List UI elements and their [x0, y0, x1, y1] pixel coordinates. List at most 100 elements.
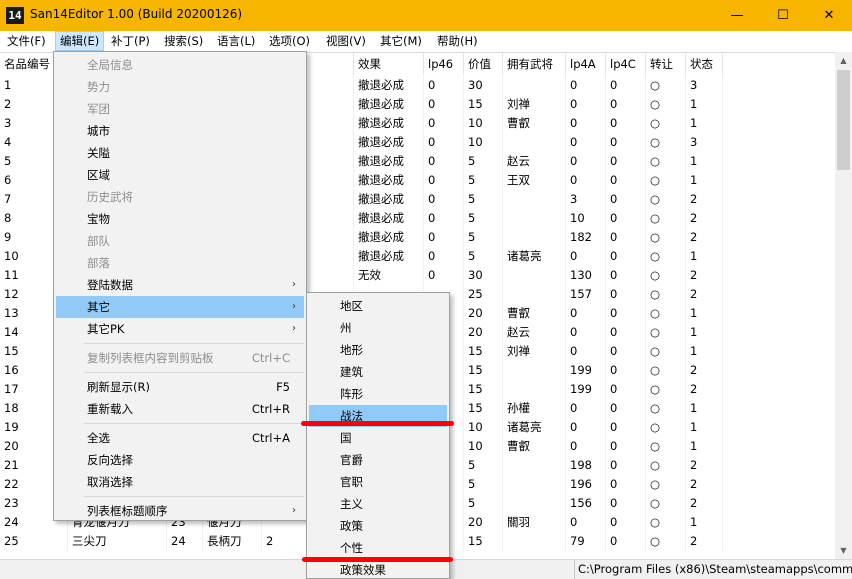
table-cell[interactable]: 0 [606, 228, 646, 247]
table-cell[interactable]: 0 [606, 437, 646, 456]
maximize-button[interactable]: ☐ [760, 0, 806, 31]
table-cell[interactable]: 0 [424, 228, 464, 247]
menu-item[interactable]: 编辑(E) [55, 31, 105, 51]
menu-item[interactable]: 其它(M) [376, 31, 426, 51]
table-cell[interactable]: 20 [464, 323, 503, 342]
table-cell[interactable]: 0 [606, 76, 646, 95]
table-cell[interactable]: 1 [686, 114, 723, 133]
edit-menu-item[interactable]: 宝物 [56, 208, 304, 230]
table-cell[interactable]: ○ [646, 133, 686, 152]
table-cell[interactable]: 199 [566, 380, 606, 399]
table-cell[interactable]: 赵云 [503, 323, 566, 342]
table-cell[interactable]: 10 [464, 437, 503, 456]
table-cell[interactable]: ○ [646, 171, 686, 190]
table-cell[interactable]: 2 [686, 494, 723, 513]
table-cell[interactable]: ○ [646, 532, 686, 551]
table-cell[interactable]: 長柄刀 [203, 532, 262, 551]
table-cell[interactable]: 0 [566, 399, 606, 418]
table-cell[interactable]: 0 [606, 95, 646, 114]
table-cell[interactable]: 0 [606, 114, 646, 133]
table-cell[interactable] [503, 133, 566, 152]
table-cell[interactable]: 24 [167, 532, 203, 551]
table-cell[interactable]: 0 [606, 380, 646, 399]
table-cell[interactable]: 1 [686, 418, 723, 437]
table-cell[interactable]: 2 [686, 266, 723, 285]
table-cell[interactable]: 30 [464, 76, 503, 95]
table-cell[interactable]: 0 [566, 247, 606, 266]
table-cell[interactable] [503, 532, 566, 551]
table-cell[interactable]: ○ [646, 76, 686, 95]
other-submenu-item[interactable]: 建筑 [309, 361, 447, 383]
table-cell[interactable]: 0 [566, 152, 606, 171]
table-cell[interactable]: 156 [566, 494, 606, 513]
table-cell[interactable]: 曹叡 [503, 114, 566, 133]
edit-menu-item[interactable]: 列表框标题顺序 › [56, 500, 304, 522]
table-cell[interactable]: ○ [646, 266, 686, 285]
table-cell[interactable]: 撤退必成 [354, 228, 424, 247]
table-cell[interactable]: 30 [464, 266, 503, 285]
table-cell[interactable]: ○ [646, 247, 686, 266]
table-cell[interactable]: ○ [646, 456, 686, 475]
table-cell[interactable]: 5 [464, 190, 503, 209]
table-cell[interactable]: ○ [646, 304, 686, 323]
table-cell[interactable]: ○ [646, 95, 686, 114]
table-cell[interactable]: 0 [424, 133, 464, 152]
table-cell[interactable]: ○ [646, 475, 686, 494]
menu-item[interactable]: 选项(O) [265, 31, 314, 51]
table-cell[interactable]: 0 [566, 114, 606, 133]
table-cell[interactable]: 王双 [503, 171, 566, 190]
table-cell[interactable] [503, 475, 566, 494]
table-cell[interactable]: ○ [646, 399, 686, 418]
other-submenu-item[interactable]: 阵形 [309, 383, 447, 405]
table-cell[interactable]: ○ [646, 342, 686, 361]
table-cell[interactable]: 3 [686, 76, 723, 95]
table-cell[interactable]: 2 [686, 456, 723, 475]
table-cell[interactable]: 1 [686, 399, 723, 418]
table-cell[interactable]: 0 [566, 133, 606, 152]
table-cell[interactable]: 15 [464, 342, 503, 361]
table-cell[interactable]: 诸葛亮 [503, 247, 566, 266]
table-cell[interactable]: 撤退必成 [354, 133, 424, 152]
table-cell[interactable]: 25 [0, 532, 68, 551]
table-cell[interactable]: ○ [646, 494, 686, 513]
table-cell[interactable]: 0 [606, 361, 646, 380]
table-cell[interactable]: 2 [686, 190, 723, 209]
table-cell[interactable]: 0 [606, 494, 646, 513]
table-cell[interactable]: 25 [464, 285, 503, 304]
edit-menu-item[interactable]: 取消选择 [56, 471, 304, 493]
other-submenu-item[interactable]: 个性 [309, 537, 447, 559]
table-cell[interactable]: 0 [424, 190, 464, 209]
close-button[interactable]: ✕ [806, 0, 852, 31]
table-cell[interactable]: 孙權 [503, 399, 566, 418]
column-header[interactable]: 转让 [646, 53, 686, 75]
table-cell[interactable]: 曹叡 [503, 437, 566, 456]
column-header[interactable]: lp46 [424, 53, 464, 75]
column-header[interactable]: 状态 [686, 53, 723, 75]
menu-item[interactable]: 搜索(S) [160, 31, 207, 51]
edit-menu-item[interactable]: 区域 [56, 164, 304, 186]
table-cell[interactable]: 1 [686, 247, 723, 266]
other-submenu-item[interactable]: 地形 [309, 339, 447, 361]
menu-item[interactable]: 文件(F) [3, 31, 50, 51]
table-cell[interactable]: 0 [424, 247, 464, 266]
other-submenu-item[interactable]: 政策效果 [309, 559, 447, 579]
table-cell[interactable]: 0 [606, 475, 646, 494]
table-cell[interactable]: ○ [646, 190, 686, 209]
menu-item[interactable]: 帮助(H) [433, 31, 482, 51]
table-cell[interactable]: 0 [606, 209, 646, 228]
table-cell[interactable]: 2 [686, 475, 723, 494]
table-cell[interactable]: 10 [464, 114, 503, 133]
table-cell[interactable] [503, 190, 566, 209]
edit-menu-item[interactable]: 其它 › [56, 296, 304, 318]
table-cell[interactable]: 1 [686, 342, 723, 361]
scroll-thumb[interactable] [837, 70, 850, 170]
table-cell[interactable]: 3 [566, 190, 606, 209]
menu-item[interactable]: 补丁(P) [107, 31, 154, 51]
other-submenu-item[interactable]: 官职 [309, 471, 447, 493]
table-cell[interactable]: 2 [686, 532, 723, 551]
table-cell[interactable]: 5 [464, 228, 503, 247]
table-cell[interactable]: 15 [464, 532, 503, 551]
table-cell[interactable]: 1 [686, 437, 723, 456]
table-cell[interactable]: 0 [424, 152, 464, 171]
table-cell[interactable]: 赵云 [503, 152, 566, 171]
